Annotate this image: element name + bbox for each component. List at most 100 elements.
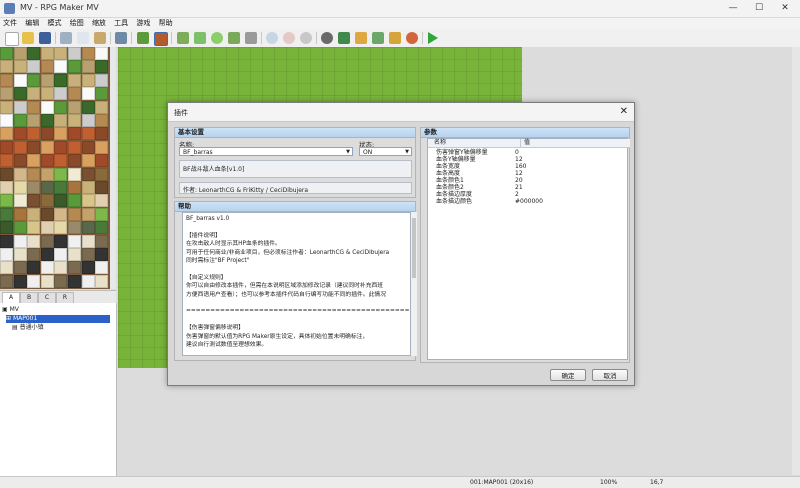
palette-tile[interactable] (54, 261, 68, 275)
palette-tile[interactable] (27, 207, 41, 221)
palette-tile[interactable] (0, 234, 13, 248)
palette-tile[interactable] (0, 87, 13, 101)
paste-icon[interactable] (94, 32, 106, 44)
palette-tile[interactable] (95, 127, 109, 141)
character-generator-icon[interactable] (406, 32, 418, 44)
palette-tile[interactable] (13, 114, 27, 127)
palette-tile[interactable] (68, 207, 81, 221)
palette-tile[interactable] (68, 261, 81, 275)
menu-tools[interactable]: 工具 (111, 18, 131, 29)
palette-tile[interactable] (68, 127, 81, 141)
palette-tile[interactable] (13, 154, 27, 168)
palette-tile[interactable] (40, 87, 54, 101)
palette-tile[interactable] (0, 261, 13, 275)
palette-tile[interactable] (40, 261, 54, 275)
palette-tile[interactable] (95, 234, 109, 248)
palette-tile[interactable] (68, 194, 81, 208)
palette-tile[interactable] (40, 60, 54, 74)
palette-tile[interactable] (13, 60, 27, 74)
palette-tile[interactable] (54, 60, 68, 74)
palette-tile[interactable] (54, 100, 68, 114)
palette-tile[interactable] (0, 114, 13, 127)
cut-icon[interactable] (60, 32, 72, 44)
param-row[interactable]: 血条宽度 160 (428, 163, 627, 170)
palette-tile[interactable] (13, 47, 27, 60)
palette-tile[interactable] (27, 73, 41, 87)
palette-tile[interactable] (68, 87, 81, 101)
menu-draw[interactable]: 绘图 (67, 18, 87, 29)
playtest-icon[interactable] (428, 32, 438, 44)
cancel-button[interactable]: 取消 (592, 369, 628, 381)
palette-tile[interactable] (40, 47, 54, 60)
palette-tile[interactable] (13, 248, 27, 261)
palette-tile[interactable] (13, 221, 27, 235)
palette-tile[interactable] (13, 167, 27, 181)
palette-tile[interactable] (68, 60, 81, 74)
palette-tile[interactable] (27, 261, 41, 275)
plugin-status-select[interactable]: ON ▼ (359, 147, 412, 156)
palette-tile[interactable] (95, 154, 109, 168)
palette-tile[interactable] (54, 234, 68, 248)
actual-size-icon[interactable] (300, 32, 312, 44)
palette-tile[interactable] (0, 194, 13, 208)
palette-tile[interactable] (68, 114, 81, 127)
palette-tile[interactable] (81, 274, 95, 288)
palette-tile[interactable] (40, 234, 54, 248)
palette-tile[interactable] (0, 73, 13, 87)
palette-tile[interactable] (54, 274, 68, 288)
palette-tile[interactable] (68, 234, 81, 248)
tile-palette[interactable] (0, 47, 114, 289)
shadow-pen-icon[interactable] (245, 32, 257, 44)
palette-tile[interactable] (95, 73, 109, 87)
param-row[interactable]: 伤害弹窗Y轴偏移量 0 (428, 149, 627, 156)
palette-tile[interactable] (95, 221, 109, 235)
palette-tile[interactable] (13, 207, 27, 221)
palette-tile[interactable] (13, 73, 27, 87)
palette-tile[interactable] (68, 167, 81, 181)
palette-tile[interactable] (40, 167, 54, 181)
tree-child-map[interactable]: ▤ 普通小镇 (12, 324, 44, 332)
palette-tile[interactable] (68, 73, 81, 87)
dialog-close-icon[interactable]: ✕ (620, 106, 628, 117)
zoom-out-icon[interactable] (283, 32, 295, 44)
flood-fill-icon[interactable] (228, 32, 240, 44)
save-icon[interactable] (39, 32, 51, 44)
palette-tile[interactable] (95, 114, 109, 127)
palette-scrollbar[interactable] (110, 47, 116, 289)
palette-tile[interactable] (81, 194, 95, 208)
palette-tile[interactable] (27, 274, 41, 288)
palette-tile[interactable] (40, 221, 54, 235)
palette-tile[interactable] (27, 127, 41, 141)
palette-tile[interactable] (0, 154, 13, 168)
palette-tile[interactable] (27, 234, 41, 248)
palette-tile[interactable] (81, 114, 95, 127)
palette-tile[interactable] (81, 127, 95, 141)
palette-tile[interactable] (68, 181, 81, 194)
palette-tile[interactable] (40, 274, 54, 288)
palette-tile[interactable] (81, 100, 95, 114)
palette-tile[interactable] (13, 234, 27, 248)
palette-tile[interactable] (13, 87, 27, 101)
palette-tile[interactable] (81, 140, 95, 154)
palette-tile[interactable] (95, 47, 109, 60)
database-icon[interactable] (321, 32, 333, 44)
palette-tile[interactable] (0, 127, 13, 141)
palette-tile[interactable] (27, 248, 41, 261)
palette-tile[interactable] (95, 140, 109, 154)
palette-tile[interactable] (68, 274, 81, 288)
open-folder-icon[interactable] (22, 32, 34, 44)
palette-tile[interactable] (81, 261, 95, 275)
ok-button[interactable]: 确定 (550, 369, 586, 381)
event-searcher-icon[interactable] (372, 32, 384, 44)
palette-tile[interactable] (0, 207, 13, 221)
tab-c[interactable]: C (38, 292, 56, 303)
palette-tile[interactable] (54, 73, 68, 87)
palette-tile[interactable] (95, 167, 109, 181)
tab-a[interactable]: A (2, 292, 20, 303)
ellipse-icon[interactable] (211, 32, 223, 44)
palette-tile[interactable] (40, 207, 54, 221)
palette-tile[interactable] (54, 154, 68, 168)
zoom-in-icon[interactable] (266, 32, 278, 44)
map-mode-icon[interactable] (137, 32, 149, 44)
palette-tile[interactable] (54, 127, 68, 141)
